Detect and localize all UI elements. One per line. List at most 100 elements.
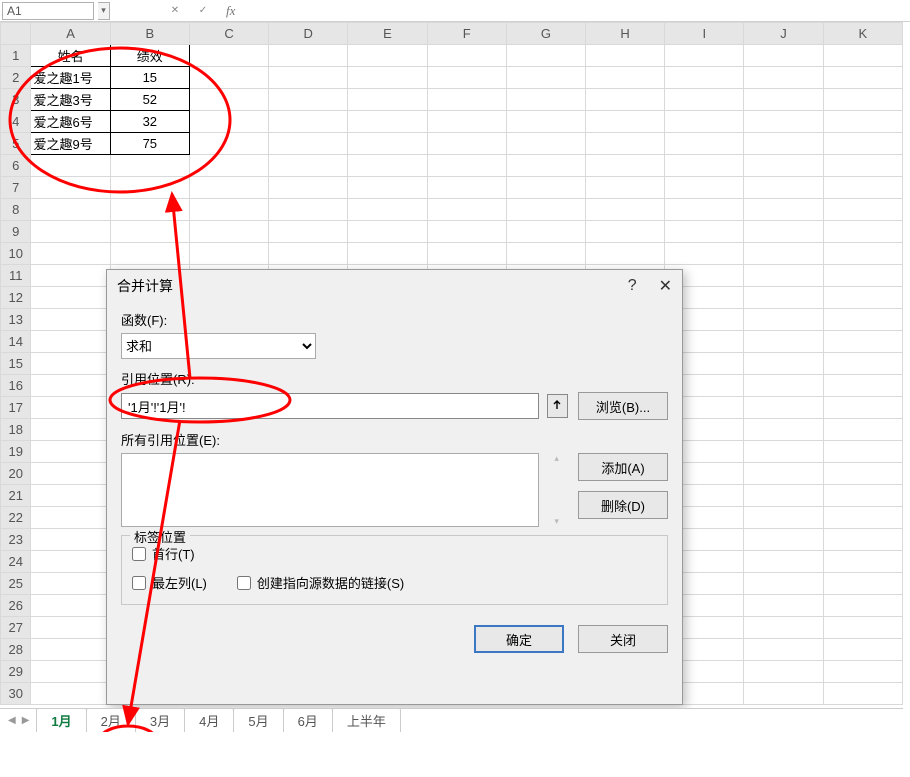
cell[interactable] bbox=[665, 155, 744, 177]
cell[interactable] bbox=[348, 243, 427, 265]
cell[interactable] bbox=[269, 177, 348, 199]
cell[interactable] bbox=[744, 45, 823, 67]
cell[interactable] bbox=[823, 397, 902, 419]
cell[interactable] bbox=[31, 551, 110, 573]
cell[interactable] bbox=[823, 155, 902, 177]
cell[interactable] bbox=[506, 155, 585, 177]
cell[interactable] bbox=[31, 353, 110, 375]
cell[interactable] bbox=[586, 89, 665, 111]
cell[interactable] bbox=[110, 199, 189, 221]
sheet-tab[interactable]: 5月 bbox=[233, 708, 283, 733]
cell[interactable] bbox=[744, 199, 823, 221]
row-header[interactable]: 28 bbox=[1, 639, 31, 661]
cell[interactable]: 绩效 bbox=[110, 45, 189, 67]
cell[interactable] bbox=[823, 441, 902, 463]
cell[interactable] bbox=[506, 45, 585, 67]
cell[interactable] bbox=[823, 309, 902, 331]
cell[interactable] bbox=[506, 243, 585, 265]
cell[interactable] bbox=[823, 419, 902, 441]
cell[interactable] bbox=[823, 353, 902, 375]
cell[interactable] bbox=[31, 595, 110, 617]
cell[interactable] bbox=[823, 67, 902, 89]
cell[interactable] bbox=[823, 221, 902, 243]
cell[interactable] bbox=[31, 507, 110, 529]
cell[interactable] bbox=[823, 199, 902, 221]
function-select[interactable]: 求和 bbox=[121, 333, 316, 359]
cell[interactable] bbox=[665, 199, 744, 221]
cell[interactable] bbox=[744, 265, 823, 287]
row-header[interactable]: 15 bbox=[1, 353, 31, 375]
row-header[interactable]: 25 bbox=[1, 573, 31, 595]
sheet-tab[interactable]: 4月 bbox=[184, 708, 234, 733]
cell[interactable] bbox=[823, 111, 902, 133]
row-header[interactable]: 26 bbox=[1, 595, 31, 617]
cell[interactable] bbox=[506, 221, 585, 243]
cell[interactable] bbox=[427, 199, 506, 221]
cell[interactable] bbox=[744, 221, 823, 243]
cell[interactable] bbox=[665, 133, 744, 155]
col-header[interactable]: J bbox=[744, 23, 823, 45]
cell[interactable] bbox=[823, 287, 902, 309]
close-button[interactable]: 关闭 bbox=[578, 625, 668, 653]
cell[interactable] bbox=[31, 529, 110, 551]
col-header[interactable]: H bbox=[586, 23, 665, 45]
cell[interactable] bbox=[744, 683, 823, 705]
cell[interactable]: 52 bbox=[110, 89, 189, 111]
delete-button[interactable]: 删除(D) bbox=[578, 491, 668, 519]
cell[interactable] bbox=[348, 45, 427, 67]
cell[interactable] bbox=[744, 485, 823, 507]
cell[interactable] bbox=[744, 397, 823, 419]
cell[interactable] bbox=[427, 89, 506, 111]
row-header[interactable]: 14 bbox=[1, 331, 31, 353]
cell[interactable] bbox=[348, 133, 427, 155]
col-header[interactable]: D bbox=[269, 23, 348, 45]
cell[interactable] bbox=[586, 243, 665, 265]
col-header[interactable]: B bbox=[110, 23, 189, 45]
cell[interactable] bbox=[31, 155, 110, 177]
cell[interactable] bbox=[31, 221, 110, 243]
row-header[interactable]: 13 bbox=[1, 309, 31, 331]
cell[interactable] bbox=[506, 89, 585, 111]
cell[interactable] bbox=[189, 133, 268, 155]
cell[interactable] bbox=[348, 221, 427, 243]
row-header[interactable]: 10 bbox=[1, 243, 31, 265]
cell[interactable] bbox=[506, 177, 585, 199]
cell[interactable] bbox=[269, 45, 348, 67]
cell[interactable] bbox=[427, 243, 506, 265]
cell[interactable] bbox=[665, 111, 744, 133]
cell[interactable] bbox=[586, 133, 665, 155]
cell[interactable] bbox=[269, 133, 348, 155]
first-row-checkbox[interactable]: 首行(T) bbox=[132, 544, 657, 563]
cell[interactable] bbox=[586, 199, 665, 221]
cell[interactable] bbox=[31, 463, 110, 485]
cell[interactable] bbox=[348, 111, 427, 133]
cell[interactable] bbox=[110, 221, 189, 243]
cell[interactable] bbox=[348, 177, 427, 199]
row-header[interactable]: 16 bbox=[1, 375, 31, 397]
row-header[interactable]: 21 bbox=[1, 485, 31, 507]
help-icon[interactable]: ? bbox=[628, 277, 637, 295]
cell[interactable] bbox=[427, 133, 506, 155]
cell[interactable] bbox=[31, 265, 110, 287]
col-header[interactable]: F bbox=[427, 23, 506, 45]
range-picker-icon[interactable] bbox=[547, 394, 568, 418]
cell[interactable] bbox=[31, 419, 110, 441]
cell[interactable]: 爱之趣3号 bbox=[31, 89, 110, 111]
tab-nav-next-icon[interactable]: ▶ bbox=[22, 715, 30, 726]
cell[interactable] bbox=[586, 111, 665, 133]
cell[interactable] bbox=[823, 595, 902, 617]
reference-input[interactable] bbox=[121, 393, 539, 419]
cell[interactable] bbox=[744, 573, 823, 595]
cell[interactable] bbox=[823, 331, 902, 353]
cell[interactable] bbox=[744, 595, 823, 617]
row-header[interactable]: 22 bbox=[1, 507, 31, 529]
cell[interactable] bbox=[189, 67, 268, 89]
cell[interactable]: 爱之趣9号 bbox=[31, 133, 110, 155]
row-header[interactable]: 17 bbox=[1, 397, 31, 419]
cell[interactable] bbox=[823, 551, 902, 573]
cell[interactable]: 75 bbox=[110, 133, 189, 155]
cell[interactable] bbox=[110, 177, 189, 199]
ok-button[interactable]: 确定 bbox=[474, 625, 564, 653]
cell[interactable] bbox=[31, 177, 110, 199]
fx-icon[interactable]: fx bbox=[226, 3, 235, 19]
